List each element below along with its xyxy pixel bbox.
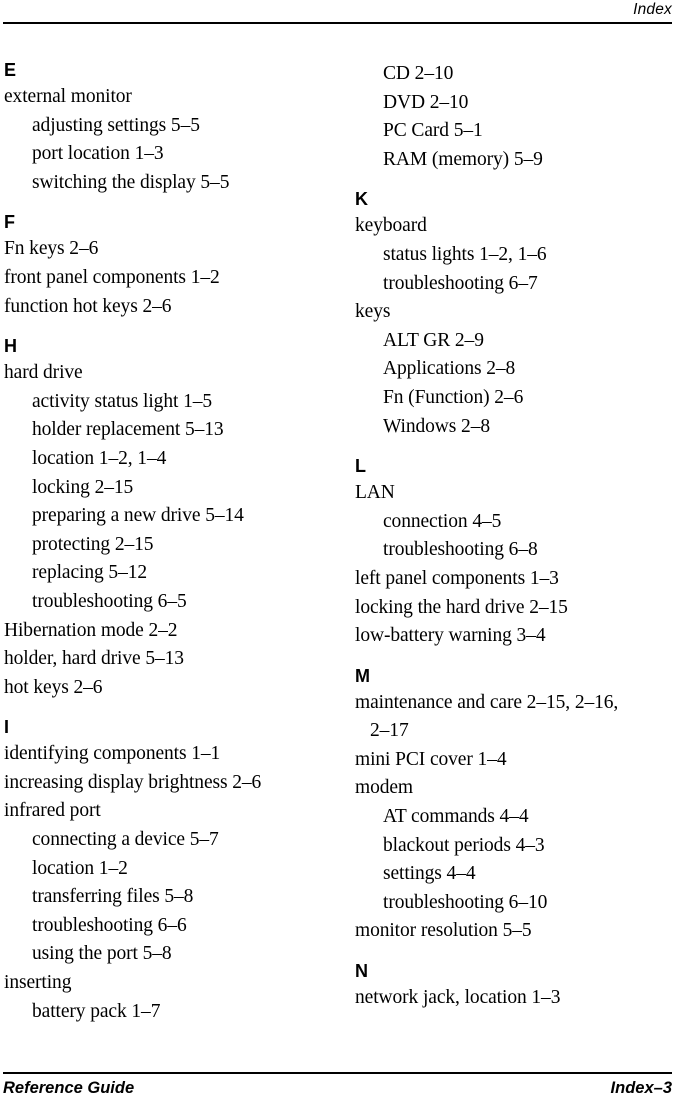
index-entry: identifying components 1–1 [4,743,221,765]
index-entry: increasing display brightness 2–6 [4,771,262,793]
index-letter-heading: H [4,336,17,357]
index-subentry: location 1–2, 1–4 [32,447,167,469]
footer-document-title: Reference Guide [3,1079,135,1097]
index-subentry: CD 2–10 [383,63,454,84]
index-subentry: holder replacement 5–13 [32,419,224,441]
page-footer: Reference Guide Index–3 [3,1072,672,1112]
index-entry: function hot keys 2–6 [4,295,172,317]
index-subentry: AT commands 4–4 [383,806,529,828]
index-letter-heading: L [355,456,366,477]
index-subentry: transferring files 5–8 [32,886,194,908]
index-column-right: CD 2–10 DVD 2–10 PC Card 5–1 RAM (memory) 5… [355,60,665,1013]
header-divider [3,22,672,24]
page-header: Index [3,0,672,24]
index-subentry: activity status light 1–5 [32,390,213,412]
index-entry: front panel components 1–2 [4,266,220,288]
index-subentry: RAM (memory) 5–9 [383,148,543,170]
index-subentry: protecting 2–15 [32,533,154,555]
index-entry: external monitor [4,86,132,107]
index-subentry: using the port 5–8 [32,943,172,965]
index-subentry: connection 4–5 [383,510,502,532]
index-letter-heading: I [4,717,10,738]
index-subentry: troubleshooting 6–5 [32,590,187,612]
index-entry: network jack, location 1–3 [355,987,561,1009]
index-subentry: replacing 5–12 [32,562,148,584]
index-column-left: Eexternal monitor adjusting settings 5–5 p… [4,60,314,1026]
index-entry: keys [355,301,391,323]
index-entry: infrared port [4,800,101,822]
index-letter-heading: N [355,961,368,982]
index-subentry: Fn (Function) 2–6 [383,386,524,408]
index-subentry: blackout periods 4–3 [383,834,545,856]
index-entry: maintenance and care 2–15, 2–16, [355,691,619,713]
index-subentry: DVD 2–10 [383,91,469,113]
index-subentry: Windows 2–8 [383,415,490,437]
index-entry: inserting [4,972,72,994]
index-entry: hot keys 2–6 [4,676,103,698]
index-entry: Fn keys 2–6 [4,238,99,260]
index-subentry: switching the display 5–5 [32,171,230,193]
index-subentry: troubleshooting 6–6 [32,914,187,936]
index-entry: LAN [355,482,395,504]
index-subentry: troubleshooting 6–8 [383,539,538,561]
index-entry-continuation: 2–17 [370,720,409,742]
index-entry: mini PCI cover 1–4 [355,748,507,770]
header-title: Index [633,1,672,18]
index-entry: Hibernation mode 2–2 [4,619,178,641]
index-entry: hard drive [4,362,83,384]
index-subentry: Applications 2–8 [383,358,516,380]
index-entry: modem [355,777,413,799]
index-page: Index Eexternal monitor adjusting setting… [0,0,675,1114]
index-body: Eexternal monitor adjusting settings 5–5 p… [0,60,675,1045]
index-subentry: ALT GR 2–9 [383,329,484,351]
index-entry: locking the hard drive 2–15 [355,596,568,618]
index-subentry: battery pack 1–7 [32,1000,161,1022]
index-subentry: preparing a new drive 5–14 [32,505,244,527]
index-subentry: status lights 1–2, 1–6 [383,243,547,265]
index-letter-heading: E [4,60,17,80]
index-subentry: locking 2–15 [32,476,134,498]
index-subentry: adjusting settings 5–5 [32,114,200,136]
index-subentry: troubleshooting 6–10 [383,891,548,913]
index-subentry: port location 1–3 [32,143,164,165]
index-entry: low-battery warning 3–4 [355,625,546,647]
index-subentry: connecting a device 5–7 [32,829,219,851]
index-entry: keyboard [355,215,427,237]
index-subentry: settings 4–4 [383,863,476,885]
index-subentry: troubleshooting 6–7 [383,272,538,294]
index-letter-heading: K [355,189,368,210]
index-subentry: PC Card 5–1 [383,120,483,142]
index-entry: monitor resolution 5–5 [355,920,532,942]
index-subentry: location 1–2 [32,857,128,879]
index-entry: holder, hard drive 5–13 [4,648,184,670]
footer-page-number: Index–3 [610,1079,672,1097]
index-entry: left panel components 1–3 [355,567,559,589]
index-letter-heading: F [4,212,15,233]
footer-divider [3,1072,672,1074]
index-letter-heading: M [355,665,370,686]
